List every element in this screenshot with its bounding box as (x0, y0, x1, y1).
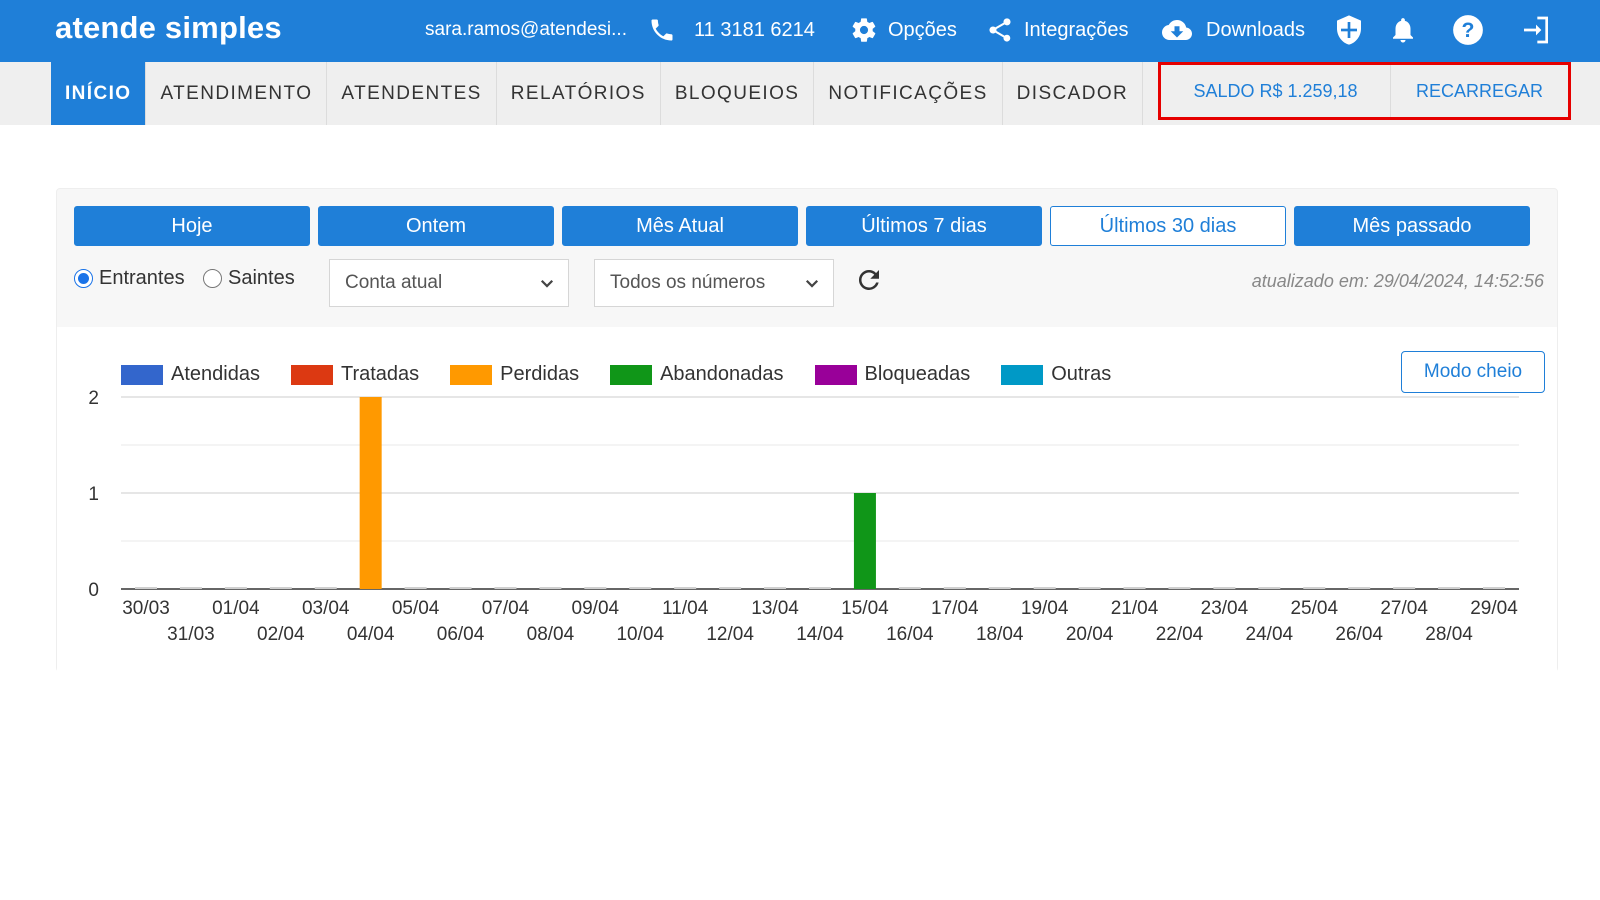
y-tick-label: 0 (88, 580, 99, 601)
downloads-label: Downloads (1206, 18, 1305, 41)
account-select[interactable]: Conta atual (329, 259, 569, 307)
outgoing-label: Saintes (228, 267, 295, 289)
x-tick-label: 21/04 (1111, 598, 1159, 619)
x-tick-label: 06/04 (437, 624, 485, 645)
chart-area: Atendidas Tratadas Perdidas Abandonadas … (57, 327, 1557, 673)
numbers-select-value: Todos os números (610, 272, 766, 293)
bar-perdidas-04-04 (359, 397, 382, 589)
svg-text:?: ? (1462, 18, 1475, 42)
help-button[interactable]: ? (1451, 0, 1495, 60)
help-icon: ? (1451, 13, 1485, 47)
chevron-down-icon (538, 274, 556, 298)
x-tick-label: 14/04 (796, 624, 844, 645)
radio-checked[interactable] (74, 269, 93, 288)
refresh-icon (854, 269, 884, 299)
period-mes-atual-button[interactable]: Mês Atual (562, 206, 798, 246)
x-tick-label: 10/04 (616, 624, 664, 645)
phone-number-link[interactable]: 11 3181 6214 (648, 0, 815, 60)
x-tick-label: 04/04 (347, 624, 395, 645)
x-tick-label: 07/04 (482, 598, 530, 619)
x-tick-label: 08/04 (527, 624, 575, 645)
notifications-button[interactable] (1388, 0, 1428, 60)
refresh-button[interactable] (854, 265, 884, 300)
outgoing-radio[interactable]: Saintes (203, 267, 295, 290)
nav-tabs: INÍCIO ATENDIMENTO ATENDENTES RELATÓRIOS… (51, 62, 1144, 125)
tab-notificacoes[interactable]: NOTIFICAÇÕES (814, 62, 1003, 125)
tab-relatorios[interactable]: RELATÓRIOS (497, 62, 661, 125)
balance-highlight-box: SALDO R$ 1.259,18 RECARREGAR (1158, 62, 1571, 120)
x-tick-label: 16/04 (886, 624, 934, 645)
tab-bloqueios[interactable]: BLOQUEIOS (661, 62, 815, 125)
downloads-menu[interactable]: Downloads (1158, 0, 1305, 60)
gear-icon (850, 16, 878, 44)
user-email[interactable]: sara.ramos@atendesi... (425, 0, 627, 60)
x-tick-label: 27/04 (1380, 598, 1428, 619)
y-tick-label: 2 (88, 388, 99, 409)
cloud-download-icon (1158, 15, 1196, 45)
balance-link[interactable]: SALDO R$ 1.259,18 (1161, 65, 1391, 117)
x-tick-label: 12/04 (706, 624, 754, 645)
x-tick-label: 09/04 (572, 598, 620, 619)
period-mes-passado-button[interactable]: Mês passado (1294, 206, 1530, 246)
y-tick-label: 1 (88, 484, 99, 505)
filter-row: Entrantes Saintes Conta atual Todos os n… (74, 259, 1544, 307)
x-tick-label: 30/03 (122, 598, 170, 619)
app-logo[interactable]: atende simples (55, 10, 282, 46)
bar-abandonadas-15-04 (853, 493, 876, 589)
period-buttons: Hoje Ontem Mês Atual Últimos 7 dias Últi… (74, 206, 1530, 246)
chevron-down-icon (803, 274, 821, 298)
x-tick-label: 20/04 (1066, 624, 1114, 645)
x-tick-label: 31/03 (167, 624, 215, 645)
x-tick-label: 05/04 (392, 598, 440, 619)
radio-unchecked[interactable] (203, 269, 222, 288)
period-ultimos-7-button[interactable]: Últimos 7 dias (806, 206, 1042, 246)
x-tick-label: 13/04 (751, 598, 799, 619)
share-icon (986, 16, 1014, 44)
security-button[interactable] (1333, 0, 1375, 60)
period-ontem-button[interactable]: Ontem (318, 206, 554, 246)
phone-number: 11 3181 6214 (694, 18, 815, 41)
dashboard-panel: Hoje Ontem Mês Atual Últimos 7 dias Últi… (56, 188, 1558, 673)
integrations-menu[interactable]: Integrações (986, 0, 1129, 60)
x-tick-label: 22/04 (1156, 624, 1204, 645)
x-tick-label: 01/04 (212, 598, 260, 619)
options-menu[interactable]: Opções (850, 0, 957, 60)
logout-button[interactable] (1519, 0, 1563, 60)
x-tick-label: 25/04 (1290, 598, 1338, 619)
period-hoje-button[interactable]: Hoje (74, 206, 310, 246)
incoming-label: Entrantes (99, 267, 185, 289)
x-tick-label: 18/04 (976, 624, 1024, 645)
x-tick-label: 17/04 (931, 598, 979, 619)
x-tick-label: 29/04 (1470, 598, 1518, 619)
phone-icon (648, 16, 676, 44)
numbers-select[interactable]: Todos os números (594, 259, 834, 307)
shield-icon (1333, 12, 1365, 48)
tab-inicio[interactable]: INÍCIO (51, 62, 147, 125)
calls-bar-chart: 0 1 2 30/03 31/03 01/04 02/04 03/04 04/04 05/04 06… (88, 388, 1519, 645)
x-tick-label: 19/04 (1021, 598, 1069, 619)
logout-icon (1519, 14, 1553, 46)
x-tick-label: 11/04 (662, 598, 709, 619)
bell-icon (1388, 14, 1418, 46)
tab-atendentes[interactable]: ATENDENTES (327, 62, 497, 125)
x-tick-label: 28/04 (1425, 624, 1473, 645)
options-label: Opções (888, 18, 957, 41)
tab-atendimento[interactable]: ATENDIMENTO (146, 62, 328, 125)
incoming-radio[interactable]: Entrantes (74, 267, 185, 290)
x-tick-label: 23/04 (1201, 598, 1249, 619)
x-tick-label: 26/04 (1335, 624, 1383, 645)
x-tick-label: 24/04 (1246, 624, 1294, 645)
integrations-label: Integrações (1024, 18, 1129, 41)
x-tick-label: 02/04 (257, 624, 305, 645)
x-tick-label: 15/04 (841, 598, 889, 619)
account-select-value: Conta atual (345, 272, 443, 293)
updated-timestamp: atualizado em: 29/04/2024, 14:52:56 (1251, 271, 1544, 291)
x-tick-label: 03/04 (302, 598, 350, 619)
recharge-link[interactable]: RECARREGAR (1391, 65, 1568, 117)
period-ultimos-30-button[interactable]: Últimos 30 dias (1050, 206, 1286, 246)
tab-discador[interactable]: DISCADOR (1003, 62, 1144, 125)
top-bar: atende simples sara.ramos@atendesi... 11… (0, 0, 1600, 62)
